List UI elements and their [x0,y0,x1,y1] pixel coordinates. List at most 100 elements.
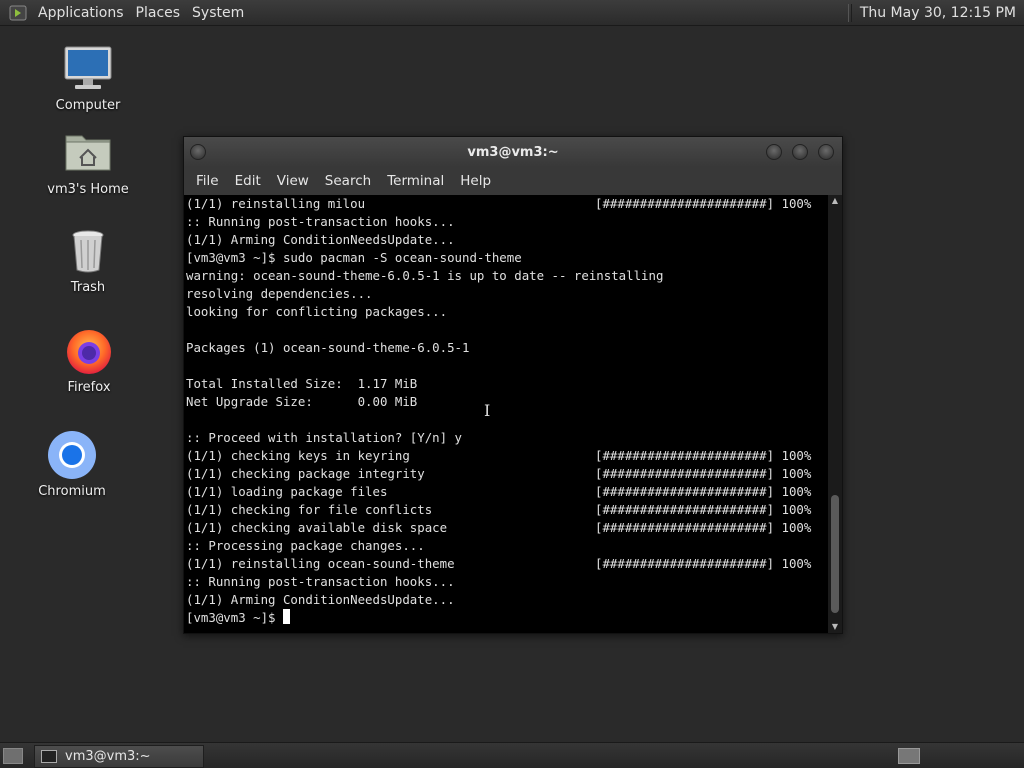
progress-bar-text: [######################] 100% [595,556,812,571]
desktop-icon-firefox[interactable]: Firefox [44,326,134,395]
terminal-line: (1/1) Arming ConditionNeedsUpdate... [184,231,826,249]
minimize-button[interactable] [766,144,782,160]
terminal-line: :: Proceed with installation? [Y/n] y [184,429,826,447]
terminal-line-text: (1/1) checking keys in keyring [186,448,410,463]
terminal-line-text: (1/1) loading package files [186,484,388,499]
window-title: vm3@vm3:~ [467,144,559,160]
terminal-line: :: Running post-transaction hooks... [184,213,826,231]
terminal-line: (1/1) Arming ConditionNeedsUpdate... [184,591,826,609]
terminal-window[interactable]: vm3@vm3:~ File Edit View Search Terminal… [183,136,843,634]
menu-edit[interactable]: Edit [227,173,269,189]
terminal-line-text: (1/1) reinstalling milou [186,196,366,211]
terminal-line-text: :: Proceed with installation? [Y/n] y [186,430,463,445]
terminal-prompt: [vm3@vm3 ~]$ [186,610,283,625]
window-menubar: File Edit View Search Terminal Help [184,167,842,195]
menu-file[interactable]: File [188,173,227,189]
close-button[interactable] [818,144,834,160]
window-titlebar[interactable]: vm3@vm3:~ [184,137,842,167]
terminal-line-text: (1/1) reinstalling ocean-sound-theme [186,556,455,571]
menu-search[interactable]: Search [317,173,379,189]
terminal-line: Total Installed Size: 1.17 MiB [184,375,826,393]
scrollbar-thumb[interactable] [831,495,839,613]
top-panel: Applications Places System Thu May 30, 1… [0,0,1024,26]
trash-icon [63,226,113,276]
terminal-cursor [282,609,290,624]
terminal-line: :: Running post-transaction hooks... [184,573,826,591]
desktop-icon-trash[interactable]: Trash [43,226,133,295]
desktop-icon-home[interactable]: vm3's Home [43,128,133,197]
terminal-line-text: Packages (1) ocean-sound-theme-6.0.5-1 [186,340,470,355]
desktop-icon-label: Firefox [67,380,111,395]
terminal-line: (1/1) checking available disk space [####… [184,519,826,537]
show-desktop-icon[interactable] [3,748,23,764]
progress-bar-text: [######################] 100% [595,502,812,517]
desktop-icon-chromium[interactable]: Chromium [27,430,117,499]
menu-terminal[interactable]: Terminal [379,173,452,189]
terminal-line-text: (1/1) Arming ConditionNeedsUpdate... [186,592,455,607]
desktop-icon-label: Trash [70,280,106,295]
taskbar-label: vm3@vm3:~ [65,749,151,764]
panel-separator [847,3,852,22]
terminal-output[interactable]: (1/1) reinstalling milou [###############… [184,195,826,633]
places-menu[interactable]: Places [130,5,187,21]
terminal-line-text: (1/1) checking for file conflicts [186,502,433,517]
progress-bar-text: [######################] 100% [595,520,812,535]
terminal-line: resolving dependencies... [184,285,826,303]
desktop-icon-label: vm3's Home [47,182,129,197]
applications-menu-icon[interactable] [8,3,28,23]
clock[interactable]: Thu May 30, 12:15 PM [860,5,1016,21]
scrollbar[interactable]: ▲ ▼ [828,195,842,633]
progress-bar-text: [######################] 100% [595,466,812,481]
terminal-line-text: resolving dependencies... [186,286,373,301]
terminal-line: Packages (1) ocean-sound-theme-6.0.5-1 [184,339,826,357]
terminal-line-text: looking for conflicting packages... [186,304,448,319]
menu-help[interactable]: Help [452,173,499,189]
terminal-line: (1/1) reinstalling ocean-sound-theme [###… [184,555,826,573]
desktop-icon-label: Computer [55,98,121,113]
progress-bar-text: [######################] 100% [595,196,812,211]
chromium-icon [47,430,97,480]
terminal-line: :: Processing package changes... [184,537,826,555]
terminal-line: (1/1) reinstalling milou [###############… [184,195,826,213]
taskbar-terminal-button[interactable]: vm3@vm3:~ [34,745,204,768]
terminal-prompt-line[interactable]: [vm3@vm3 ~]$ [184,609,826,627]
terminal-line: looking for conflicting packages... [184,303,826,321]
desktop-icon-label: Chromium [38,484,106,499]
terminal-line-text: [vm3@vm3 ~]$ sudo pacman -S ocean-sound-… [186,250,522,265]
terminal-line-text: (1/1) checking package integrity [186,466,425,481]
terminal-line: (1/1) checking keys in keyring [#########… [184,447,826,465]
terminal-line-text: (1/1) Arming ConditionNeedsUpdate... [186,232,455,247]
terminal-line-text: Total Installed Size: 1.17 MiB [186,376,418,391]
terminal-line-text: Net Upgrade Size: 0.00 MiB [186,394,418,409]
computer-icon [63,44,113,94]
terminal-line-text: :: Running post-transaction hooks... [186,574,455,589]
window-menu-button[interactable] [190,144,206,160]
workspace-switcher[interactable] [898,748,920,764]
terminal-line: (1/1) checking package integrity [#######… [184,465,826,483]
progress-bar-text: [######################] 100% [595,448,812,463]
home-folder-icon [63,128,113,178]
terminal-line: (1/1) loading package files [############… [184,483,826,501]
terminal-line-text: (1/1) checking available disk space [186,520,448,535]
text-cursor-icon: I [484,401,491,420]
terminal-line: (1/1) checking for file conflicts [######… [184,501,826,519]
desktop-icon-computer[interactable]: Computer [43,44,133,113]
progress-bar-text: [######################] 100% [595,484,812,499]
terminal-line-text: warning: ocean-sound-theme-6.0.5-1 is up… [186,268,664,283]
applications-menu[interactable]: Applications [32,5,130,21]
maximize-button[interactable] [792,144,808,160]
bottom-panel: vm3@vm3:~ [0,742,1024,768]
terminal-line: [vm3@vm3 ~]$ sudo pacman -S ocean-sound-… [184,249,826,267]
terminal-line: Net Upgrade Size: 0.00 MiB [184,393,826,411]
terminal-line-text: :: Processing package changes... [186,538,425,553]
firefox-icon [64,326,114,376]
terminal-line: warning: ocean-sound-theme-6.0.5-1 is up… [184,267,826,285]
scroll-up-icon[interactable]: ▲ [828,195,842,207]
scroll-down-icon[interactable]: ▼ [828,621,842,633]
menu-view[interactable]: View [269,173,317,189]
system-menu[interactable]: System [186,5,250,21]
terminal-icon [41,750,57,763]
